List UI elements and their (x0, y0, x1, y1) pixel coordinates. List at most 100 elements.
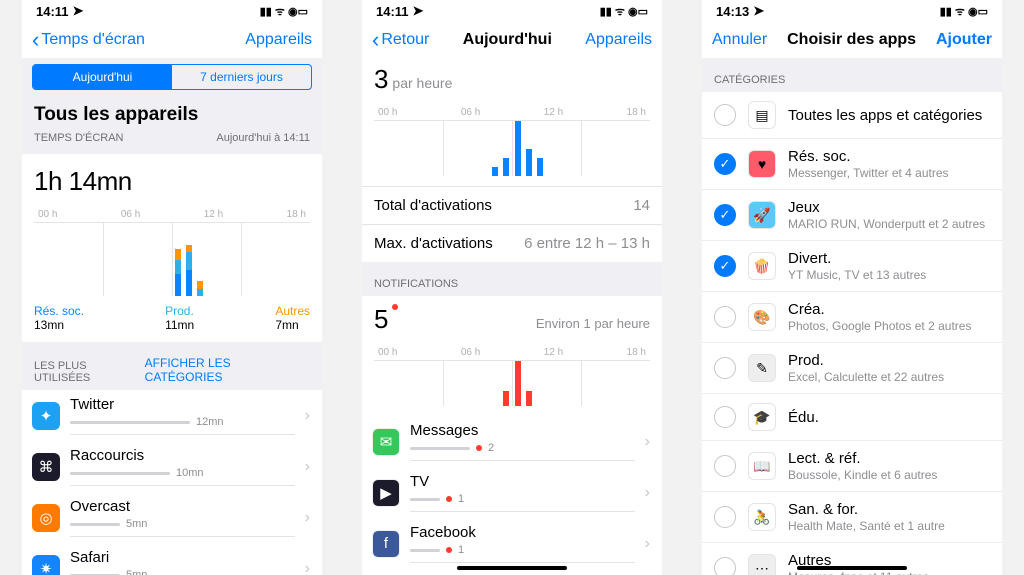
category-row[interactable]: ▤ Toutes les apps et catégories (702, 92, 1002, 139)
app-row[interactable]: ✷ Safari 5mn › (22, 543, 322, 575)
category-title: Jeux (788, 199, 985, 216)
usage-chart (34, 222, 310, 296)
devices-link[interactable]: Appareils (245, 31, 312, 49)
back-button[interactable]: ‹ Temps d'écran (32, 27, 145, 53)
category-row[interactable]: ✓ 🍿 Divert.YT Music, TV et 13 autres (702, 241, 1002, 292)
category-subtitle: Boussole, Kindle et 6 autres (788, 468, 937, 482)
pickups-label: 3 par heure (374, 64, 650, 95)
status-icons: ▮▮ ᯤ ◉▭ (260, 4, 308, 19)
chevron-left-icon: ‹ (372, 27, 379, 53)
checkbox[interactable] (714, 357, 736, 379)
section-label: TEMPS D'ÉCRAN (34, 132, 124, 144)
checkbox[interactable]: ✓ (714, 153, 736, 175)
app-icon: ⌘ (32, 453, 60, 481)
app-row[interactable]: ⌘ Raccourcis 10mn › (22, 441, 322, 492)
chevron-right-icon: › (305, 560, 310, 575)
category-title: Toutes les apps et catégories (788, 107, 982, 124)
chevron-right-icon: › (305, 407, 310, 425)
category-row[interactable]: 🎓 Édu. (702, 394, 1002, 441)
screenshot-today-detail: 14:11 ➤ ▮▮ ᯤ ◉▭ ‹ Retour Aujourd'hui App… (362, 0, 662, 575)
chevron-right-icon: › (645, 433, 650, 451)
category-title: Rés. soc. (788, 148, 949, 165)
most-used-list: ✦ Twitter 12mn ›⌘ Raccourcis 10mn ›◎ Ove… (22, 390, 322, 575)
devices-link[interactable]: Appareils (585, 31, 652, 49)
status-icons: ▮▮ ᯤ ◉▭ (940, 4, 988, 19)
checkbox[interactable] (714, 557, 736, 575)
checkbox[interactable]: ✓ (714, 204, 736, 226)
chevron-right-icon: › (305, 458, 310, 476)
back-label: Temps d'écran (41, 31, 145, 49)
app-name: Twitter (70, 396, 295, 413)
chevron-right-icon: › (645, 535, 650, 553)
category-icon: 📖 (748, 452, 776, 480)
notif-count: 2 (488, 442, 494, 454)
total-pickups-row: Total d'activations14 (362, 186, 662, 224)
category-row[interactable]: ⋯ AutresMesures, fnac et 11 autres (702, 543, 1002, 575)
notif-app-row[interactable]: ▶ TV 1 › (362, 467, 662, 518)
location-icon: ➤ (753, 3, 764, 19)
app-icon: ▶ (372, 479, 400, 507)
location-icon: ➤ (73, 3, 84, 19)
category-row[interactable]: 📖 Lect. & réf.Boussole, Kindle et 6 autr… (702, 441, 1002, 492)
show-categories-link[interactable]: AFFICHER LES CATÉGORIES (145, 356, 310, 384)
nav-bar: ‹ Retour Aujourd'hui Appareils (362, 22, 662, 58)
notif-app-row[interactable]: f Facebook 1 › (362, 518, 662, 569)
category-icon: 🎨 (748, 303, 776, 331)
category-row[interactable]: ✓ ♥ Rés. soc.Messenger, Twitter et 4 aut… (702, 139, 1002, 190)
pickups-chart (374, 120, 650, 176)
nav-title: Choisir des apps (787, 31, 916, 49)
checkbox[interactable] (714, 306, 736, 328)
notif-app-row[interactable]: ✉ Messages 2 › (362, 416, 662, 467)
category-row[interactable]: ✎ Prod.Excel, Calculette et 22 autres (702, 343, 1002, 394)
screenshot-screen-time: 14:11 ➤ ▮▮ ᯤ ◉▭ ‹ Temps d'écran Appareil… (22, 0, 322, 575)
category-subtitle: MARIO RUN, Wonderputt et 2 autres (788, 217, 985, 231)
max-pickups-row: Max. d'activations6 entre 12 h – 13 h (362, 224, 662, 262)
category-subtitle: Health Mate, Santé et 1 autre (788, 519, 945, 533)
chevron-left-icon: ‹ (32, 27, 39, 53)
location-icon: ➤ (413, 3, 424, 19)
add-button[interactable]: Ajouter (936, 31, 992, 49)
app-icon: ✷ (32, 555, 60, 575)
status-bar: 14:13 ➤ ▮▮ ᯤ ◉▭ (702, 0, 1002, 22)
back-label: Retour (381, 31, 429, 49)
category-title: Divert. (788, 250, 926, 267)
category-icon: 🚴 (748, 503, 776, 531)
status-bar: 14:11 ➤ ▮▮ ᯤ ◉▭ (362, 0, 662, 22)
back-button[interactable]: ‹ Retour (372, 27, 429, 53)
most-used-header: LES PLUS UTILISÉES (34, 360, 145, 384)
category-title: Lect. & réf. (788, 450, 937, 467)
category-row[interactable]: 🚴 San. & for.Health Mate, Santé et 1 aut… (702, 492, 1002, 543)
cancel-button[interactable]: Annuler (712, 31, 767, 49)
app-name: Overcast (70, 498, 295, 515)
home-indicator[interactable] (797, 566, 907, 570)
category-icon: ✎ (748, 354, 776, 382)
checkbox[interactable] (714, 506, 736, 528)
category-icon: ▤ (748, 101, 776, 129)
categories-list: ▤ Toutes les apps et catégories✓ ♥ Rés. … (702, 92, 1002, 575)
category-subtitle: Messenger, Twitter et 4 autres (788, 166, 949, 180)
seg-week[interactable]: 7 derniers jours (172, 65, 311, 89)
category-subtitle: Mesures, fnac et 11 autres (788, 570, 929, 575)
checkbox[interactable] (714, 406, 736, 428)
category-title: Prod. (788, 352, 944, 369)
notif-count: 5 (374, 304, 398, 335)
category-row[interactable]: ✓ 🚀 JeuxMARIO RUN, Wonderputt et 2 autre… (702, 190, 1002, 241)
category-icon: ♥ (748, 150, 776, 178)
segmented-control[interactable]: Aujourd'hui 7 derniers jours (32, 64, 312, 90)
seg-today[interactable]: Aujourd'hui (33, 65, 172, 89)
app-row[interactable]: ✦ Twitter 12mn › (22, 390, 322, 441)
app-icon: ✉ (372, 428, 400, 456)
page-title: Tous les appareils (34, 104, 310, 126)
updated-label: Aujourd'hui à 14:11 (216, 132, 310, 144)
category-subtitle: Excel, Calculette et 22 autres (788, 370, 944, 384)
checkbox[interactable]: ✓ (714, 255, 736, 277)
home-indicator[interactable] (457, 566, 567, 570)
status-icons: ▮▮ ᯤ ◉▭ (600, 4, 648, 19)
checkbox[interactable] (714, 455, 736, 477)
checkbox[interactable] (714, 104, 736, 126)
app-row[interactable]: ◎ Overcast 5mn › (22, 492, 322, 543)
category-icon: 🎓 (748, 403, 776, 431)
category-row[interactable]: 🎨 Créa.Photos, Google Photos et 2 autres (702, 292, 1002, 343)
category-title: Créa. (788, 301, 971, 318)
chevron-right-icon: › (645, 484, 650, 502)
